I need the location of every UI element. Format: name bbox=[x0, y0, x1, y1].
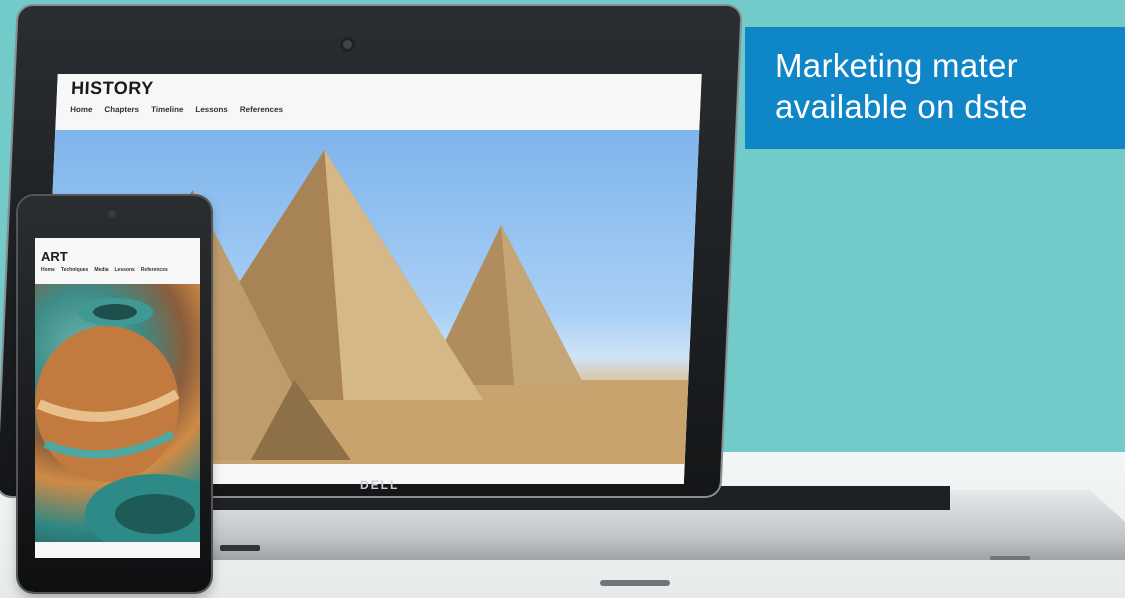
marketing-banner: Marketing mater available on dste bbox=[745, 27, 1125, 149]
dell-logo: DELL bbox=[360, 478, 400, 492]
pottery-illustration bbox=[35, 298, 200, 554]
laptop-foot bbox=[600, 580, 670, 586]
pot-opening bbox=[93, 304, 137, 320]
nav-home-link[interactable]: Home bbox=[70, 105, 93, 114]
art-nav-lessons-link[interactable]: Lessons bbox=[115, 267, 135, 273]
art-nav: Home Techniques Media Lessons References bbox=[41, 267, 168, 273]
laptop-foot-right bbox=[990, 556, 1030, 560]
webcam-icon bbox=[342, 40, 353, 49]
second-pot-opening bbox=[115, 494, 195, 534]
pottery-image bbox=[35, 284, 200, 554]
tablet: ART Home Techniques Media Lessons Refere… bbox=[18, 196, 211, 592]
laptop-port-icon bbox=[220, 545, 260, 551]
nav-lessons-link[interactable]: Lessons bbox=[195, 105, 228, 114]
art-site-header: ART Home Techniques Media Lessons Refere… bbox=[35, 238, 200, 284]
nav-chapters-link[interactable]: Chapters bbox=[104, 105, 139, 114]
art-site-title: ART bbox=[41, 249, 68, 264]
history-nav: Home Chapters Timeline Lessons Reference… bbox=[70, 105, 283, 114]
nav-timeline-link[interactable]: Timeline bbox=[151, 105, 184, 114]
art-nav-techniques-link[interactable]: Techniques bbox=[61, 267, 88, 273]
art-site-footer bbox=[35, 542, 200, 558]
art-nav-references-link[interactable]: References bbox=[141, 267, 168, 273]
nav-references-link[interactable]: References bbox=[240, 105, 284, 114]
history-site-header: HISTORY Home Chapters Timeline Lessons R… bbox=[55, 74, 702, 130]
art-nav-home-link[interactable]: Home bbox=[41, 267, 55, 273]
art-nav-media-link[interactable]: Media bbox=[94, 267, 108, 273]
tablet-screen: ART Home Techniques Media Lessons Refere… bbox=[35, 238, 200, 558]
banner-line-1: Marketing mater bbox=[775, 47, 1018, 84]
tablet-camera-icon bbox=[108, 210, 116, 218]
history-site-title: HISTORY bbox=[70, 78, 155, 98]
banner-line-2: available on dste bbox=[775, 88, 1028, 125]
